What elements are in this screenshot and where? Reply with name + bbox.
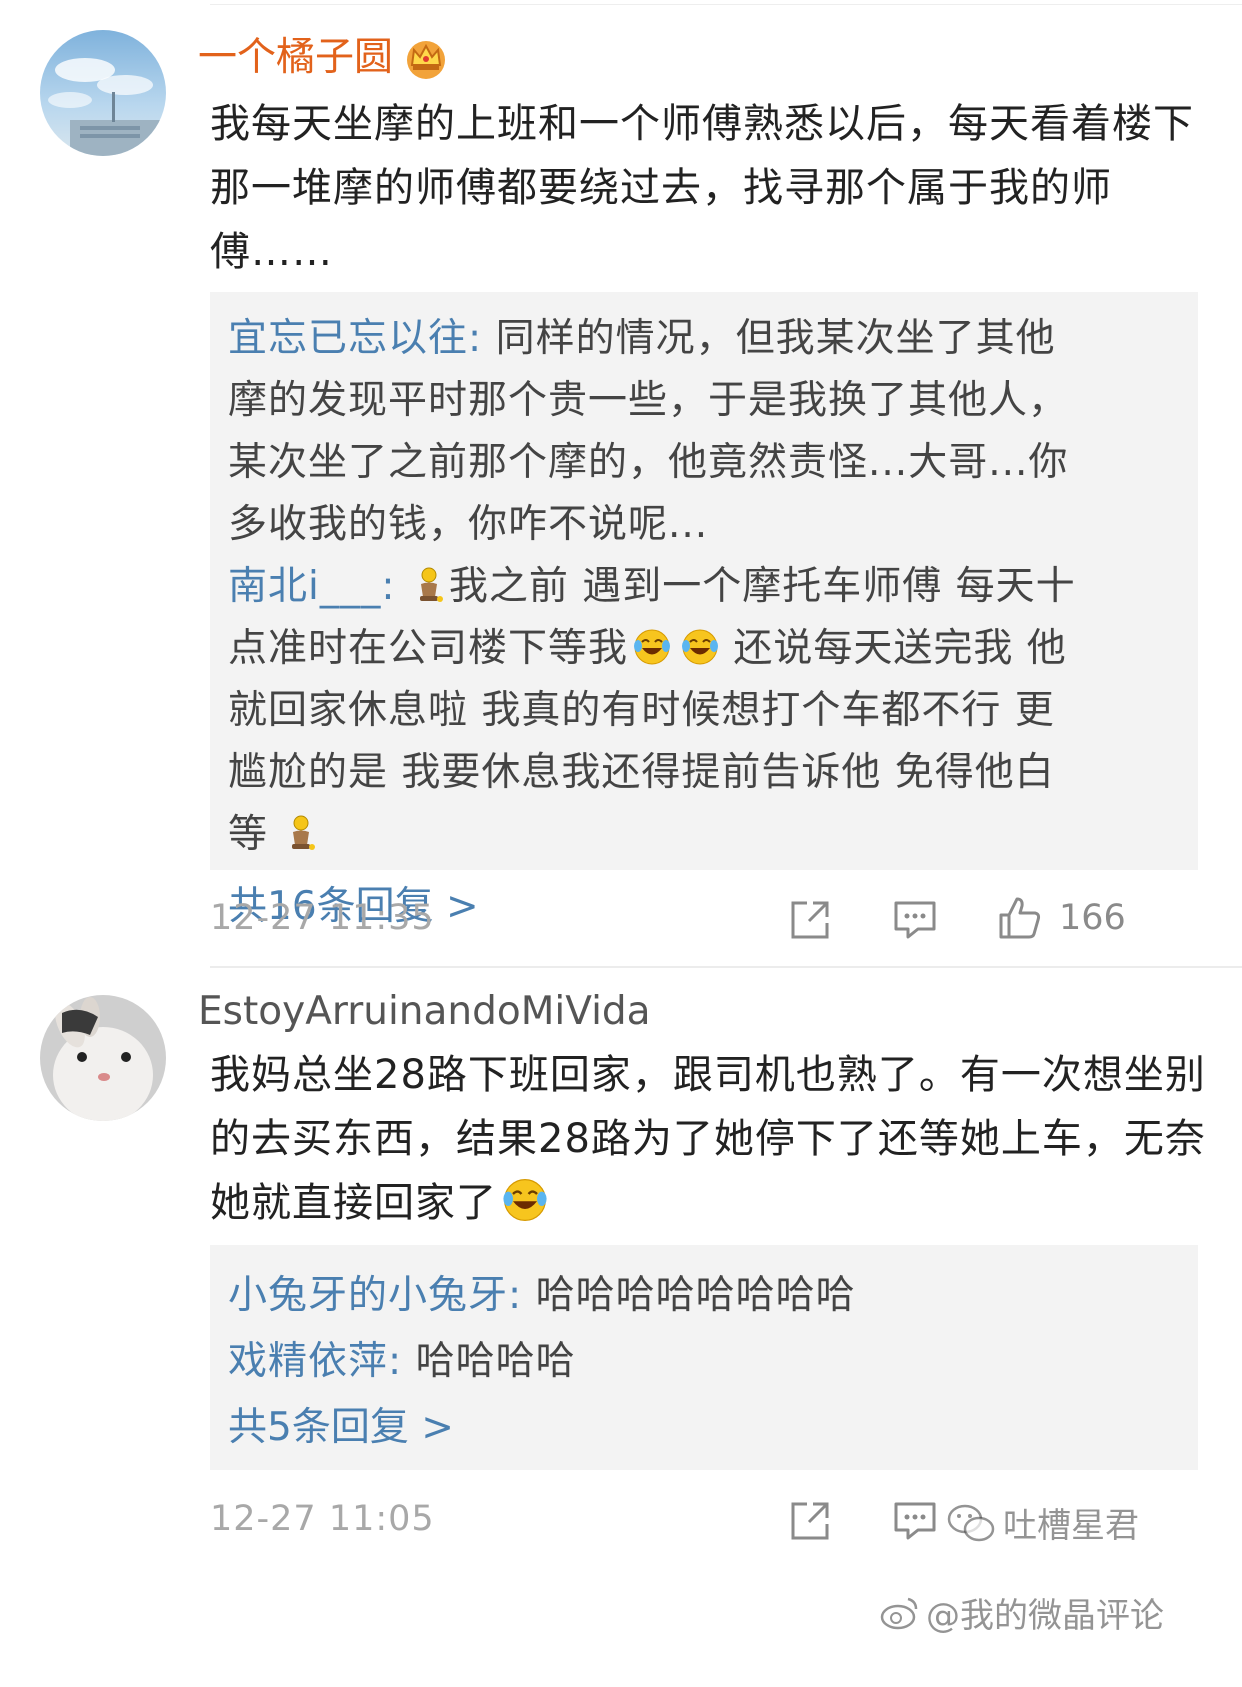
- avatar[interactable]: [40, 30, 166, 156]
- reply-box: 宜忘已忘以往: 同样的情况，但我某次坐了其他摩的发现平时那个贵一些，于是我换了其…: [210, 292, 1198, 929]
- comment-icon[interactable]: [890, 895, 940, 945]
- like-group[interactable]: 166: [995, 893, 1126, 943]
- reply-item: 宜忘已忘以往: 同样的情况，但我某次坐了其他摩的发现平时那个贵一些，于是我换了其…: [228, 316, 1069, 547]
- more-replies-link[interactable]: 共5条回复 >: [228, 1395, 1128, 1461]
- reply-username[interactable]: 宜忘已忘以往: [228, 316, 468, 361]
- reply-text: 哈哈哈哈: [415, 1339, 576, 1384]
- top-divider: [210, 4, 1242, 5]
- username-row: 一个橘子圆: [198, 33, 449, 83]
- reply-item: 小兔牙的小兔牙: 哈哈哈哈哈哈哈哈: [228, 1273, 856, 1318]
- username[interactable]: 一个橘子圆: [198, 33, 393, 83]
- laughing-tears-icon: [634, 629, 671, 665]
- watermark-handle: @我的微晶评论: [926, 1596, 1164, 1636]
- reply-username[interactable]: 小兔牙的小兔牙: [228, 1273, 508, 1318]
- share-icon[interactable]: [785, 895, 835, 945]
- watermark-bottom: @我的微晶评论: [880, 1588, 1164, 1637]
- reply-text: 哈哈哈哈哈哈哈哈: [535, 1273, 856, 1318]
- reply-item: 南北i___: 我之前 遇到一个摩托车师傅 每天十点准时在公司楼下等我 还说每天…: [228, 564, 1076, 857]
- comment-text: 我每天坐摩的上班和一个师傅熟悉以后，每天看着楼下那一堆摩的师傅都要绕过去，找寻那…: [210, 101, 1194, 275]
- timestamp: 12-27 11:35: [210, 898, 435, 938]
- reply-username[interactable]: 戏精依萍: [228, 1339, 388, 1384]
- kneeling-figure-icon: [292, 815, 316, 850]
- username[interactable]: EstoyArruinandoMiVida: [198, 987, 651, 1037]
- thumbs-up-icon[interactable]: [995, 893, 1045, 943]
- share-icon[interactable]: [785, 1496, 835, 1546]
- comment-divider: [210, 966, 1242, 968]
- wechat-logo-icon: [947, 1504, 995, 1541]
- reply-username[interactable]: 南北i___: [228, 564, 381, 609]
- like-count: 166: [1059, 898, 1126, 938]
- avatar[interactable]: [40, 995, 166, 1121]
- comment-text: 我妈总坐28路下班回家，跟司机也熟了。有一次想坐别的去买东西，结果28路为了她停…: [210, 1052, 1206, 1226]
- watermark-text: 吐槽星君: [1003, 1506, 1139, 1546]
- weibo-logo-icon: [880, 1597, 918, 1629]
- laughing-tears-icon: [682, 629, 719, 665]
- reply-item: 戏精依萍: 哈哈哈哈: [228, 1339, 576, 1384]
- comment-icon[interactable]: [890, 1496, 940, 1546]
- reply-box: 小兔牙的小兔牙: 哈哈哈哈哈哈哈哈 戏精依萍: 哈哈哈哈 共5条回复 >: [210, 1245, 1198, 1470]
- watermark-top: 吐槽星君: [945, 1498, 1139, 1547]
- kneeling-figure-icon: [419, 567, 443, 602]
- crown-badge-icon: [407, 41, 446, 79]
- timestamp: 12-27 11:05: [210, 1499, 435, 1539]
- laughing-tears-icon: [503, 1179, 547, 1221]
